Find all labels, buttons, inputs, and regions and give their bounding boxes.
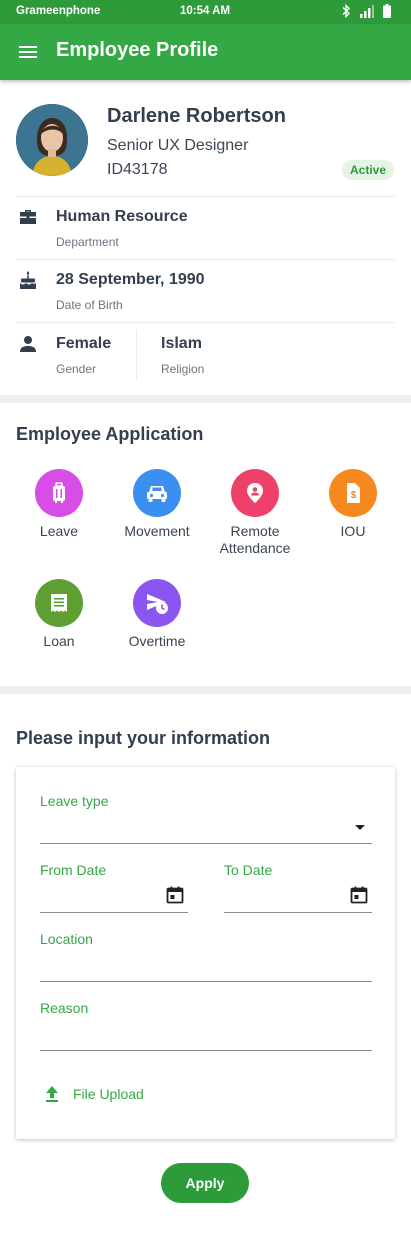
status-badge: Active [342,160,395,180]
status-time: 10:54 AM [180,5,231,17]
divider [16,196,395,197]
cake-icon [20,271,36,289]
app-leave[interactable]: Leave [10,469,108,540]
divider [16,322,395,323]
hamburger-menu-icon[interactable] [16,40,40,64]
from-date-label: From Date [40,862,107,878]
app-iou-label: IOU [340,523,366,539]
carrier-name: Grameenphone [16,5,101,17]
app-iou[interactable]: $ IOU [304,469,402,540]
file-upload-button[interactable]: File Upload [43,1085,144,1103]
person-icon [20,336,36,352]
upload-icon [46,1086,58,1102]
file-upload-label: File Upload [73,1086,144,1102]
to-date-field[interactable] [224,912,372,913]
from-date-field[interactable] [40,912,188,913]
page-title: Employee Profile [56,39,219,61]
status-bar: Grameenphone 10:54 AM [0,0,411,24]
luggage-icon [35,469,83,517]
dropdown-arrow-icon[interactable] [350,817,370,837]
location-label: Location [40,931,93,947]
location-field[interactable] [40,981,372,982]
app-leave-label: Leave [39,523,79,539]
leave-type-label: Leave type [40,793,109,809]
send-clock-icon [133,579,181,627]
money-document-icon: $ [329,469,377,517]
gender-label: Gender [56,362,97,376]
app-overtime-label: Overtime [128,633,186,649]
status-icons [341,4,391,18]
app-bar: Employee Profile [0,24,411,80]
apply-button[interactable]: Apply [161,1163,249,1203]
divider [16,259,395,260]
svg-text:$: $ [351,490,357,501]
location-person-icon [231,469,279,517]
battery-icon [383,4,391,18]
dob-value: 28 September, 1990 [56,271,205,288]
employee-name: Darlene Robertson [107,105,286,127]
vertical-divider [136,330,137,380]
bluetooth-icon [342,4,350,18]
employee-id: ID43178 [107,161,168,178]
to-date-label: To Date [224,862,273,878]
religion-value: Islam [161,335,202,352]
app-overtime[interactable]: Overtime [108,579,206,650]
app-loan[interactable]: Loan [10,579,108,650]
employee-role: Senior UX Designer [107,137,249,154]
car-icon [133,469,181,517]
leave-type-select[interactable] [40,843,372,844]
avatar [16,104,88,176]
app-movement-label: Movement [124,523,190,539]
calendar-icon[interactable] [349,885,369,905]
department-label: Department [56,235,119,249]
form-title: Please input your information [16,728,271,748]
religion-label: Religion [161,362,205,376]
department-value: Human Resource [56,208,188,225]
signal-icon [360,4,374,18]
gender-value: Female [56,335,112,352]
calendar-icon[interactable] [165,885,185,905]
app-remote-attendance-label: Remote Attendance [219,523,291,556]
dob-label: Date of Birth [56,298,123,312]
leave-form: Leave type From Date To Date Location Re… [16,767,395,1139]
reason-field[interactable] [40,1050,372,1051]
app-movement[interactable]: Movement [108,469,206,540]
reason-label: Reason [40,1000,89,1016]
receipt-icon [35,579,83,627]
app-remote-attendance[interactable]: Remote Attendance [206,469,304,557]
section-separator [0,395,411,403]
section-separator [0,686,411,694]
app-loan-label: Loan [43,633,75,649]
employee-application-title: Employee Application [16,424,204,444]
briefcase-icon [20,210,36,224]
